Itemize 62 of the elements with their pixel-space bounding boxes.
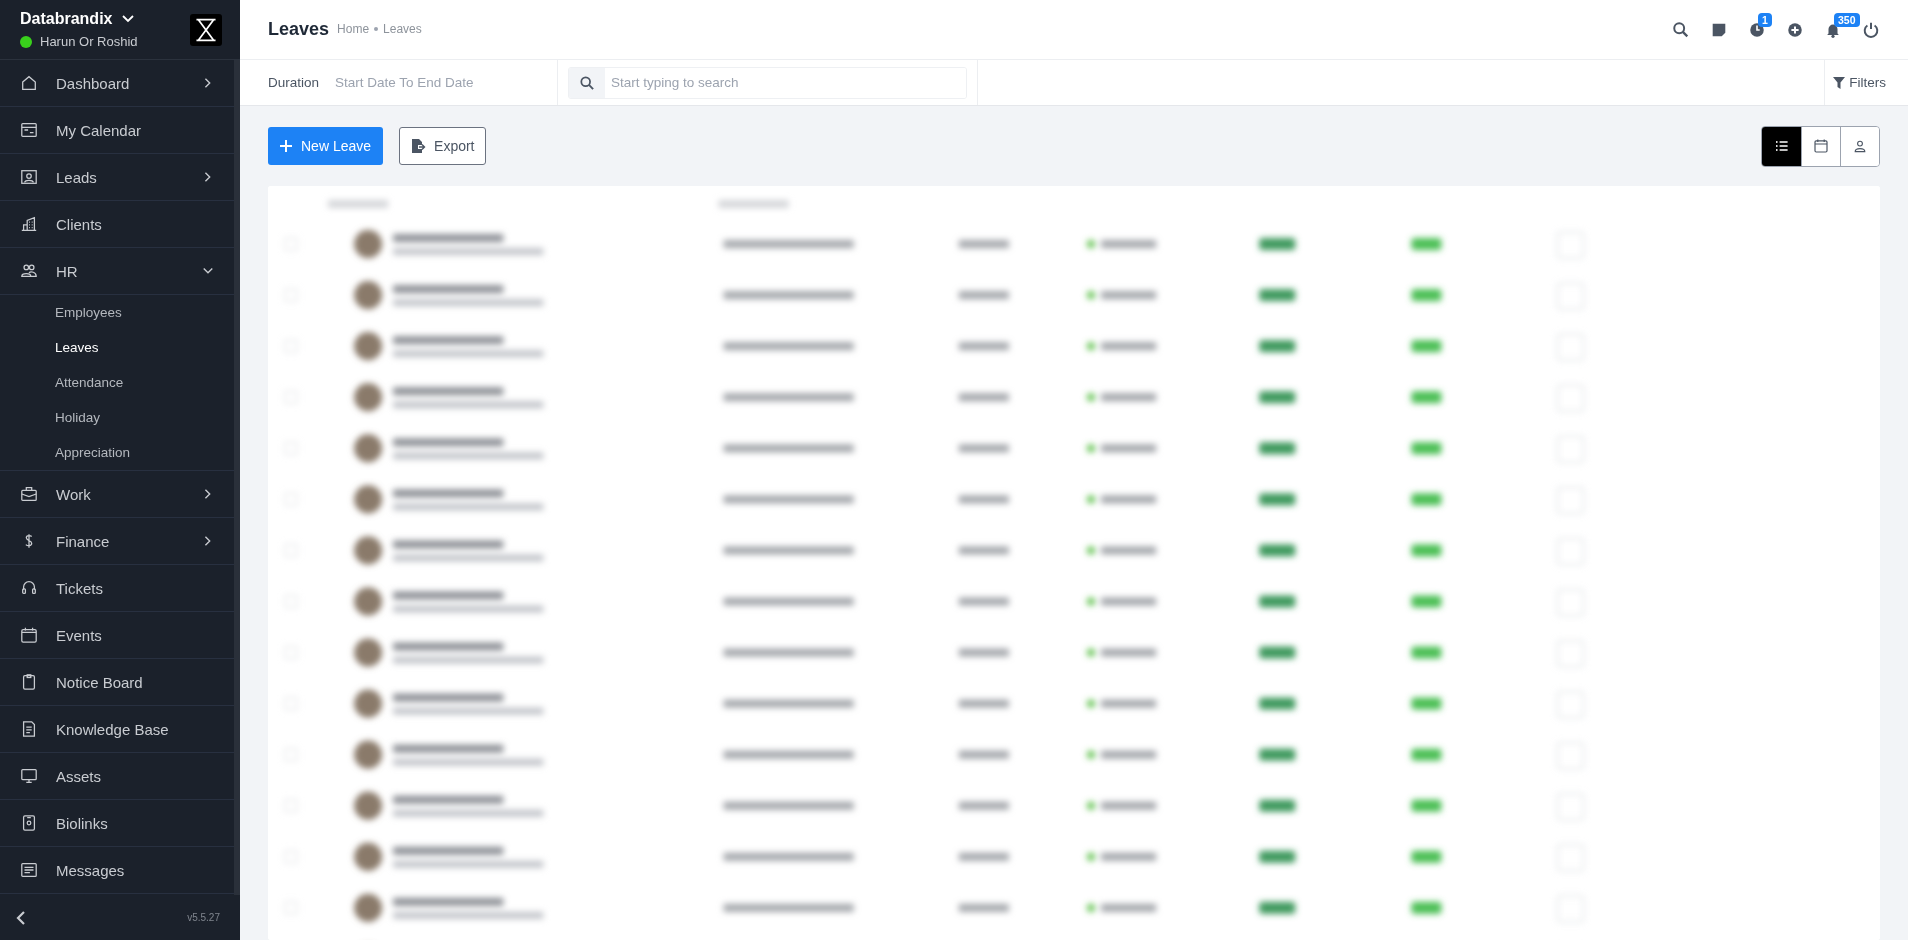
headset-icon — [20, 579, 38, 597]
plus-icon — [280, 140, 292, 152]
submenu-item[interactable]: Leaves — [0, 330, 234, 365]
version-label: v5.5.27 — [187, 912, 220, 923]
search-field[interactable]: Start typing to search — [568, 66, 967, 99]
user-name: Harun Or Roshid — [40, 34, 138, 49]
logo-icon[interactable] — [190, 13, 222, 46]
menu-item[interactable]: Finance — [0, 518, 234, 565]
menu-item[interactable]: Tickets — [0, 565, 234, 612]
calendar-icon — [1813, 138, 1829, 154]
collapse-icon[interactable] — [16, 909, 26, 926]
menu-item[interactable]: Dashboard — [0, 60, 234, 107]
submenu-item[interactable]: Attendance — [0, 365, 234, 400]
search-button[interactable] — [1672, 20, 1690, 39]
chevron-down-icon[interactable] — [122, 15, 135, 23]
home-icon — [20, 74, 38, 92]
menu-item[interactable]: Clients — [0, 201, 234, 248]
menu-item[interactable]: HR — [0, 248, 234, 295]
message-icon — [20, 861, 38, 879]
new-leave-button[interactable]: New Leave — [268, 127, 384, 165]
calendar-icon — [20, 121, 38, 139]
clipboard-icon — [20, 673, 38, 691]
menu-item[interactable]: Events — [0, 612, 234, 659]
badge-icon — [20, 814, 38, 832]
search-icon — [1672, 20, 1690, 39]
view-toggle-button[interactable] — [1840, 126, 1879, 166]
submenu-item[interactable]: Holiday — [0, 400, 234, 435]
view-toggle-button[interactable] — [1762, 126, 1801, 166]
menu-item[interactable]: Messages — [0, 847, 234, 894]
page-title: Leaves — [268, 19, 330, 40]
building-icon — [20, 215, 38, 233]
document-icon — [20, 720, 38, 738]
export-button[interactable]: Export — [399, 127, 486, 165]
user-icon — [1852, 138, 1868, 154]
count-badge: 350 — [1834, 12, 1860, 27]
view-toggle-button[interactable] — [1801, 126, 1840, 166]
menu-item[interactable]: Work — [0, 471, 234, 518]
monitor-icon — [20, 767, 38, 785]
power-button[interactable] — [1862, 20, 1880, 39]
menu-item[interactable]: Biolinks — [0, 800, 234, 847]
plus-circle-button[interactable] — [1786, 20, 1804, 39]
menu-item[interactable]: Leads — [0, 154, 234, 201]
calendar-icon — [20, 626, 38, 644]
menu-item[interactable]: Notice Board — [0, 659, 234, 706]
briefcase-icon — [20, 485, 38, 503]
submenu-item[interactable]: Appreciation — [0, 435, 234, 470]
plus-circle-icon — [1786, 20, 1804, 39]
search-icon — [569, 67, 605, 98]
power-icon — [1862, 20, 1880, 39]
count-badge: 1 — [1758, 12, 1772, 27]
separator-dot — [374, 26, 379, 31]
submenu-item[interactable]: Employees — [0, 295, 234, 330]
list-icon — [1773, 138, 1790, 154]
file-export-icon — [410, 138, 427, 154]
menu-item[interactable]: My Calendar — [0, 107, 234, 154]
funnel-icon — [1833, 76, 1846, 89]
contact-card-icon — [20, 168, 38, 186]
duration-label: Duration — [268, 75, 320, 90]
menu-item[interactable]: Knowledge Base — [0, 706, 234, 753]
menu-item[interactable]: Assets — [0, 753, 234, 800]
company-name[interactable]: Databrandix — [20, 10, 113, 28]
users-icon — [20, 262, 38, 280]
